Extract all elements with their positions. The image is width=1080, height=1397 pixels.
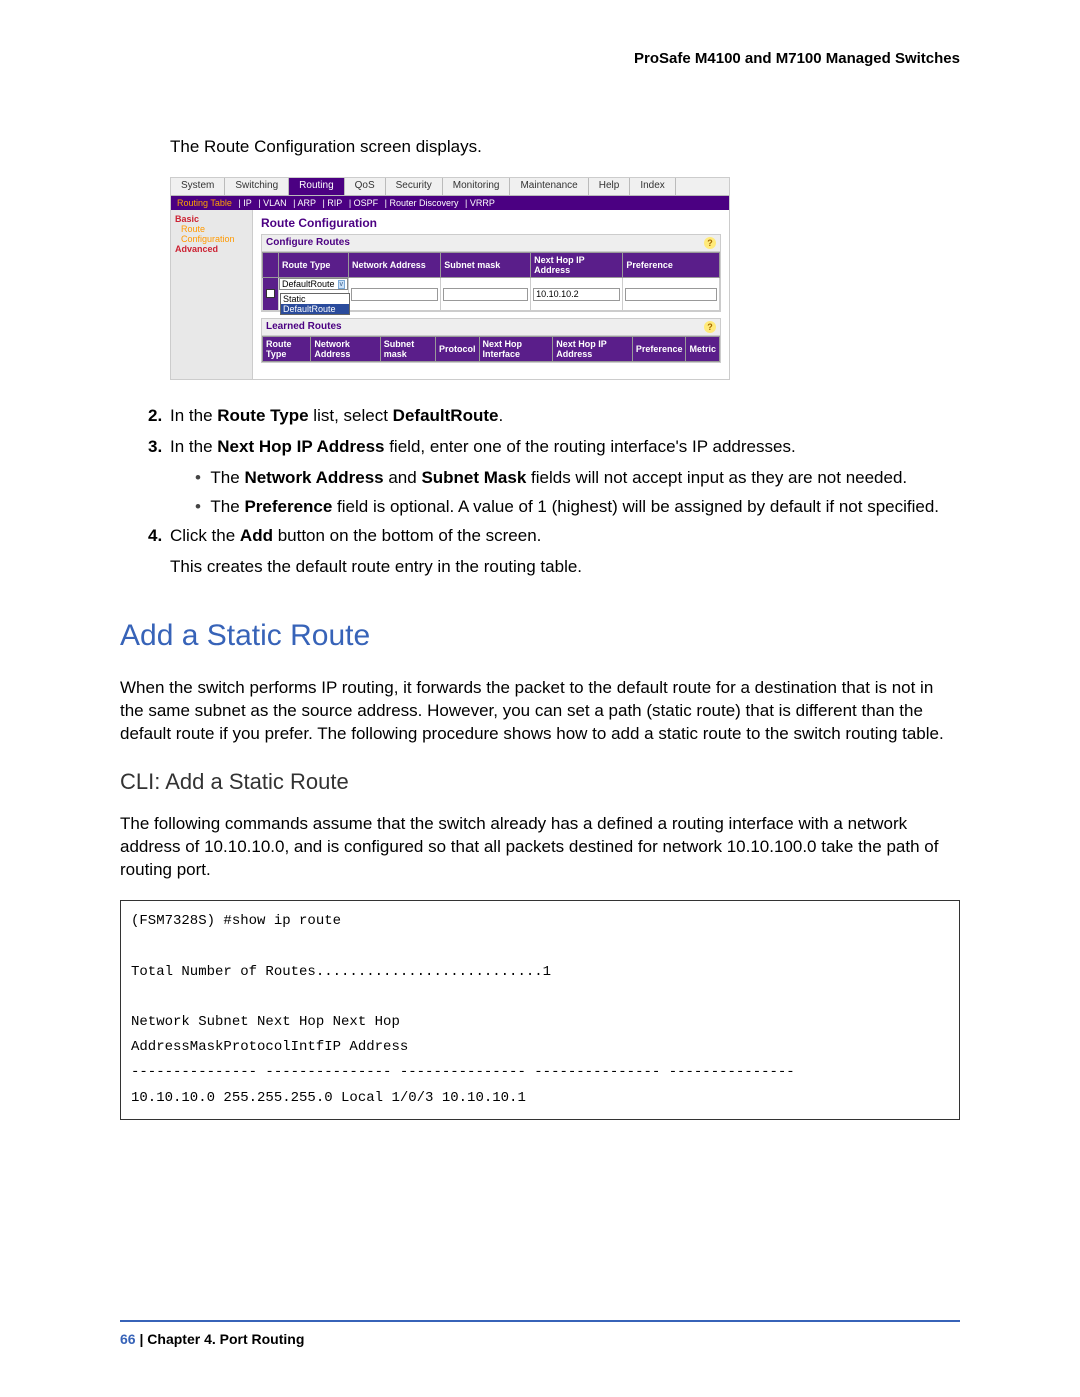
footer-rule <box>120 1320 960 1322</box>
main-tabs: System Switching Routing QoS Security Mo… <box>171 178 729 196</box>
heading-add-static-route: Add a Static Route <box>120 619 960 653</box>
col-route-type: Route Type <box>279 253 349 278</box>
route-type-dropdown[interactable]: Static DefaultRoute <box>280 293 350 315</box>
help-icon[interactable]: ? <box>704 237 716 249</box>
help-icon[interactable]: ? <box>704 321 716 333</box>
lr-col-next-hop-ip: Next Hop IP Address <box>553 337 633 362</box>
row-checkbox[interactable] <box>263 278 279 311</box>
lr-col-next-hop-intf: Next Hop Interface <box>479 337 553 362</box>
route-type-select[interactable]: DefaultRoute v <box>279 278 348 290</box>
sidebar-basic[interactable]: Basic <box>175 214 248 224</box>
subtab-ospf[interactable]: OSPF <box>354 198 379 208</box>
learned-routes-section: Learned Routes ? Route Type Network Addr… <box>261 318 721 363</box>
doc-header: ProSafe M4100 and M7100 Managed Switches <box>120 50 960 67</box>
configure-routes-section: Configure Routes ? Route Type Network Ad… <box>261 234 721 312</box>
step-4: 4.Click the Add button on the bottom of … <box>148 525 960 548</box>
col-subnet-mask: Subnet mask <box>441 253 531 278</box>
network-address-input[interactable] <box>351 288 438 301</box>
subtab-arp[interactable]: ARP <box>297 198 316 208</box>
tab-monitoring[interactable]: Monitoring <box>443 178 511 195</box>
cli-intro: The following commands assume that the s… <box>120 813 960 882</box>
tab-security[interactable]: Security <box>386 178 443 195</box>
panel-title: Route Configuration <box>261 216 721 230</box>
lr-col-preference: Preference <box>632 337 686 362</box>
learned-routes-title: Learned Routes <box>266 321 342 333</box>
subtab-rip[interactable]: RIP <box>327 198 342 208</box>
chapter-label: Chapter 4. Port Routing <box>147 1331 304 1347</box>
tab-help[interactable]: Help <box>589 178 631 195</box>
configure-routes-table: Route Type Network Address Subnet mask N… <box>262 252 720 311</box>
configure-routes-title: Configure Routes <box>266 237 350 249</box>
subtab-routing-table[interactable]: Routing Table <box>177 198 232 208</box>
subnet-mask-input[interactable] <box>443 288 528 301</box>
learned-routes-table: Route Type Network Address Subnet mask P… <box>262 336 720 362</box>
next-hop-ip-input[interactable] <box>533 288 620 301</box>
tab-maintenance[interactable]: Maintenance <box>510 178 588 195</box>
route-config-screenshot: System Switching Routing QoS Security Mo… <box>170 177 730 380</box>
lr-col-protocol: Protocol <box>435 337 479 362</box>
col-network-address: Network Address <box>349 253 441 278</box>
sidebar-advanced[interactable]: Advanced <box>175 244 248 254</box>
sidebar-route-config[interactable]: Route Configuration <box>181 224 248 244</box>
tab-routing[interactable]: Routing <box>289 178 344 195</box>
lr-col-route-type: Route Type <box>263 337 311 362</box>
chevron-down-icon: v <box>338 280 346 289</box>
page-number: 66 <box>120 1331 136 1347</box>
page-footer: 66 | Chapter 4. Port Routing <box>120 1331 304 1347</box>
tab-system[interactable]: System <box>171 178 225 195</box>
lr-col-network-address: Network Address <box>311 337 380 362</box>
col-next-hop-ip: Next Hop IP Address <box>531 253 623 278</box>
subtab-vrrp[interactable]: VRRP <box>470 198 495 208</box>
option-static[interactable]: Static <box>281 294 349 304</box>
static-route-intro: When the switch performs IP routing, it … <box>120 677 960 746</box>
heading-cli-add-static-route: CLI: Add a Static Route <box>120 769 960 795</box>
step-4-continuation: This creates the default route entry in … <box>170 556 960 579</box>
step-2: 2.In the Route Type list, select Default… <box>148 405 960 428</box>
col-preference: Preference <box>623 253 720 278</box>
step-3: 3.In the Next Hop IP Address field, ente… <box>148 436 960 459</box>
preference-input[interactable] <box>625 288 717 301</box>
tab-qos[interactable]: QoS <box>345 178 386 195</box>
intro-text: The Route Configuration screen displays. <box>170 137 960 157</box>
cli-output: (FSM7328S) #show ip route Total Number o… <box>120 900 960 1120</box>
lr-col-metric: Metric <box>686 337 720 362</box>
step-3-bullet-2: • The Preference field is optional. A va… <box>195 496 960 519</box>
subtab-vlan[interactable]: VLAN <box>263 198 287 208</box>
option-default-route[interactable]: DefaultRoute <box>281 304 349 314</box>
step-3-bullet-1: • The Network Address and Subnet Mask fi… <box>195 467 960 490</box>
sub-tabs: Routing Table | IP | VLAN | ARP | RIP | … <box>171 196 729 210</box>
tab-switching[interactable]: Switching <box>225 178 289 195</box>
sidebar: Basic Route Configuration Advanced <box>171 210 253 379</box>
subtab-router-discovery[interactable]: Router Discovery <box>390 198 459 208</box>
tab-index[interactable]: Index <box>630 178 675 195</box>
lr-col-subnet-mask: Subnet mask <box>380 337 435 362</box>
subtab-ip[interactable]: IP <box>243 198 252 208</box>
